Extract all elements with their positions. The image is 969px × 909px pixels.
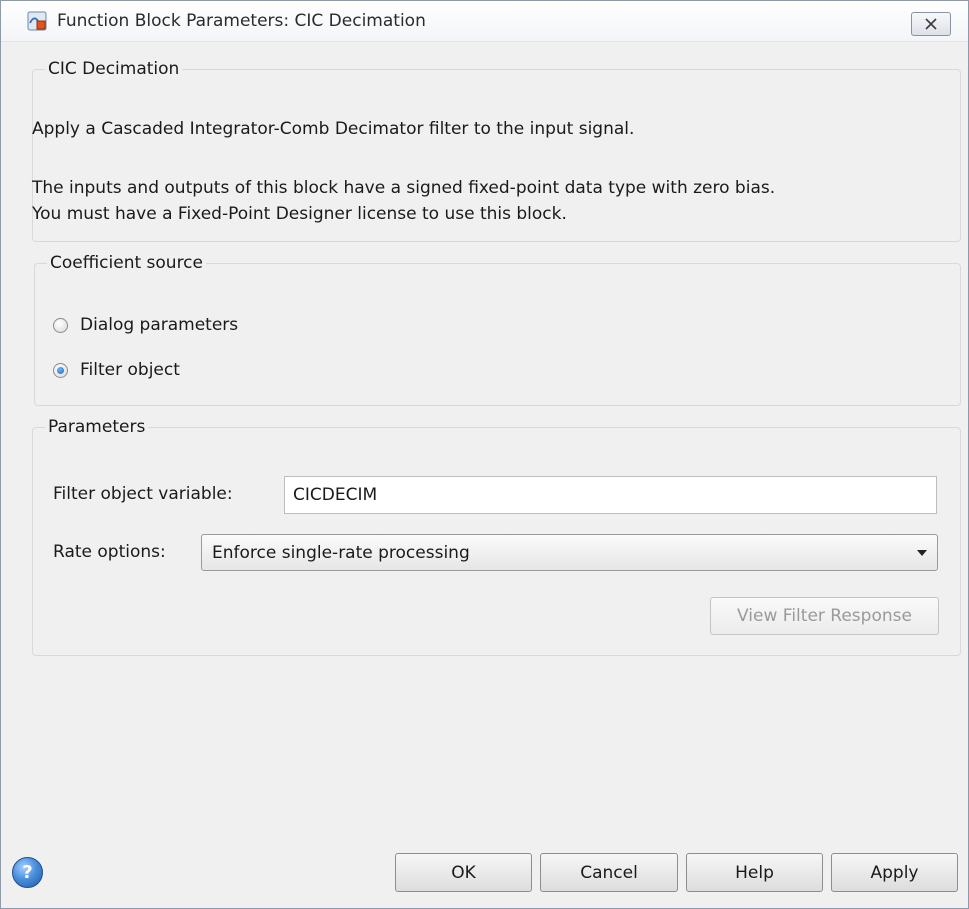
description-line-1: Apply a Cascaded Integrator-Comb Decimat… xyxy=(32,119,635,139)
apply-button[interactable]: Apply xyxy=(831,853,958,892)
description-group-legend: CIC Decimation xyxy=(48,59,180,79)
ok-button[interactable]: OK xyxy=(395,853,532,892)
radio-button-checked[interactable] xyxy=(53,362,68,378)
simulink-block-icon xyxy=(27,11,47,31)
rate-options-selected: Enforce single-rate processing xyxy=(212,542,470,563)
rate-options-dropdown[interactable]: Enforce single-rate processing xyxy=(201,534,938,571)
radio-filter-object[interactable]: Filter object xyxy=(53,360,180,380)
title-bar: Function Block Parameters: CIC Decimatio… xyxy=(1,1,968,42)
cancel-button[interactable]: Cancel xyxy=(540,853,678,892)
close-button[interactable] xyxy=(911,12,951,36)
coefficient-source-legend: Coefficient source xyxy=(50,253,203,273)
parameters-legend: Parameters xyxy=(48,417,146,437)
view-filter-response-button[interactable]: View Filter Response xyxy=(710,597,939,635)
radio-button-unchecked[interactable] xyxy=(53,317,68,333)
dialog-window: Function Block Parameters: CIC Decimatio… xyxy=(0,0,969,909)
chevron-down-icon xyxy=(917,549,927,556)
description-line-3: You must have a Fixed-Point Designer lic… xyxy=(32,204,567,224)
radio-dialog-parameters[interactable]: Dialog parameters xyxy=(53,315,238,335)
rate-options-label: Rate options: xyxy=(53,542,166,562)
filter-object-variable-input[interactable] xyxy=(284,476,937,514)
close-icon xyxy=(925,18,937,30)
radio-dialog-parameters-label: Dialog parameters xyxy=(80,315,239,335)
window-title: Function Block Parameters: CIC Decimatio… xyxy=(57,11,426,31)
help-icon[interactable]: ? xyxy=(12,857,43,888)
radio-filter-object-label: Filter object xyxy=(80,360,180,380)
filter-object-variable-label: Filter object variable: xyxy=(53,484,233,504)
description-line-2: The inputs and outputs of this block hav… xyxy=(32,178,776,198)
help-button[interactable]: Help xyxy=(686,853,823,892)
